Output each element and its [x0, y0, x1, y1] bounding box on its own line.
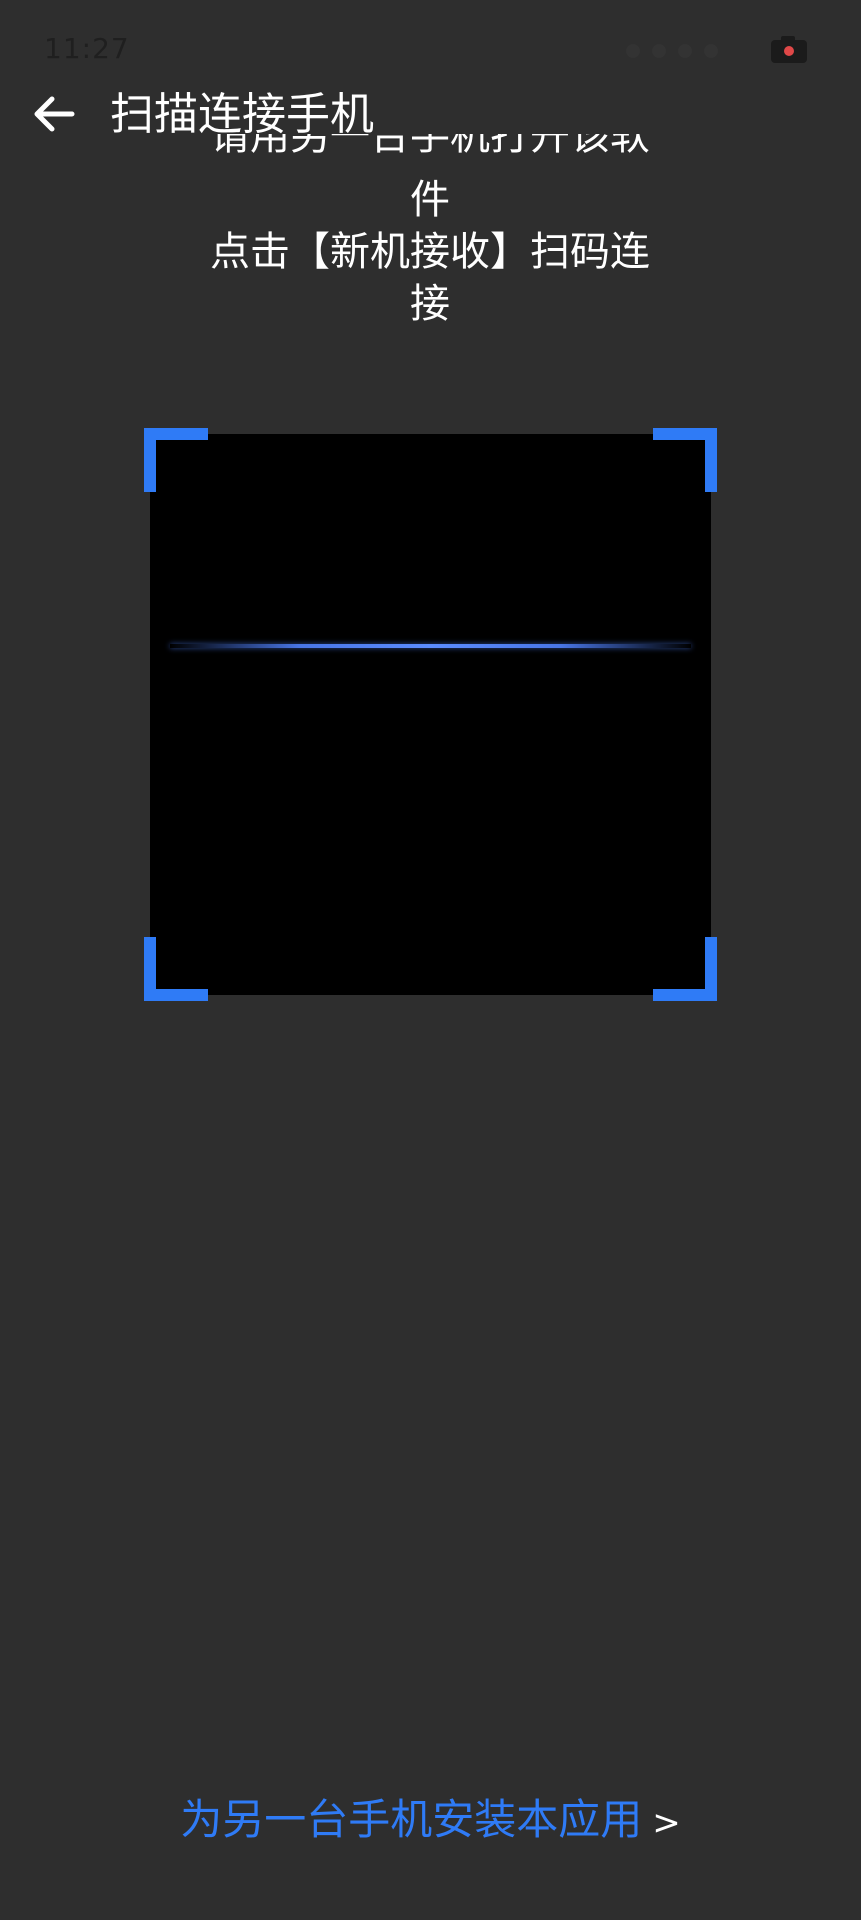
instruction-line: 接 — [410, 281, 450, 327]
instruction-line: 点击【新机接收】扫码连 — [210, 229, 650, 275]
instruction-line: 件 — [410, 177, 450, 223]
scanner-corner-top-right — [653, 428, 717, 492]
camera-recording-icon — [770, 34, 808, 64]
status-indicators — [626, 44, 718, 58]
scanner-corner-bottom-right — [653, 937, 717, 1001]
scan-line — [170, 644, 691, 648]
chevron-right-icon: > — [652, 1803, 681, 1843]
scanner-corner-top-left — [144, 428, 208, 492]
install-app-label: 为另一台手机安装本应用 — [180, 1795, 643, 1844]
qr-scanner-frame — [144, 428, 717, 1001]
camera-preview — [150, 434, 711, 995]
status-time: 11:27 — [44, 32, 130, 65]
scan-instructions: 请用另一台手机打开该软 件 点击【新机接收】扫码连 接 — [170, 134, 690, 330]
scanner-corner-bottom-left — [144, 937, 208, 1001]
back-button[interactable] — [26, 86, 82, 142]
install-app-link[interactable]: 为另一台手机安装本应用 > — [0, 1790, 861, 1853]
instruction-line-partial: 请用另一台手机打开该软 — [210, 134, 650, 159]
arrow-left-icon — [34, 96, 75, 132]
